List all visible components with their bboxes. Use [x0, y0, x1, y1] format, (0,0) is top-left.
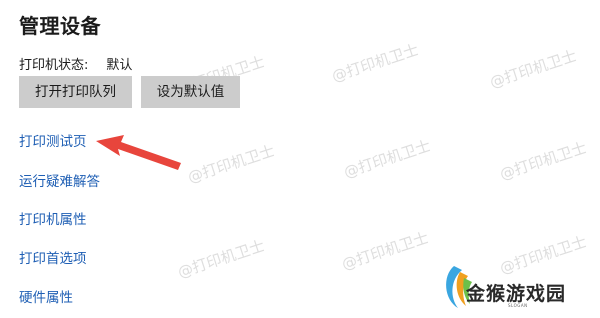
logo-text: 金猴游戏园: [466, 283, 567, 305]
logo-slogan: SLOGAN: [508, 303, 528, 308]
